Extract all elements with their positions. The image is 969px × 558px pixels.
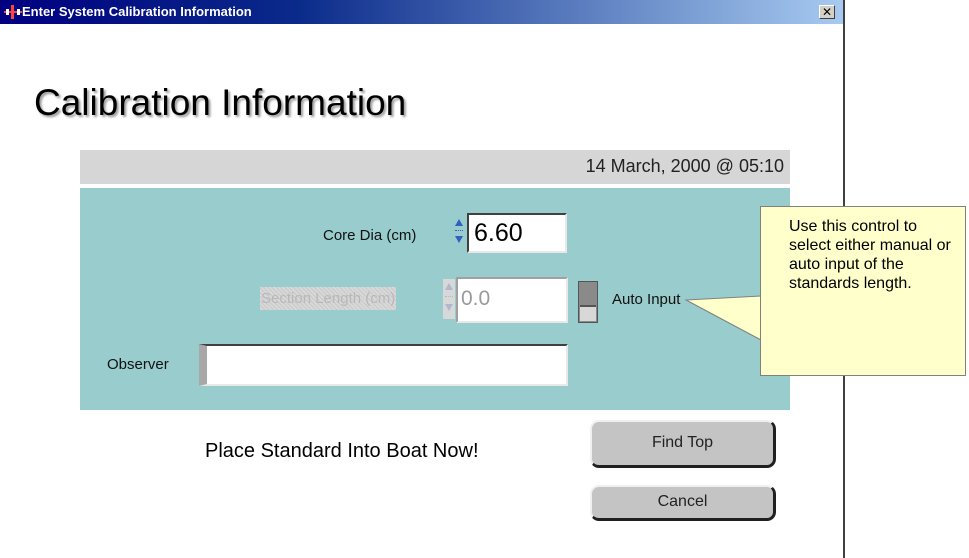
window-title: Enter System Calibration Information: [22, 4, 252, 19]
spin-down-icon: [445, 304, 453, 311]
app-icon: [4, 5, 22, 19]
section-length-label: Section Length (cm): [260, 287, 397, 310]
status-message: Place Standard Into Boat Now!: [205, 440, 479, 462]
core-dia-label: Core Dia (cm): [323, 227, 417, 244]
observer-input[interactable]: [199, 344, 568, 386]
section-length-input: 0.0: [456, 277, 568, 323]
spin-down-icon[interactable]: [455, 236, 463, 243]
date-bar: 14 March, 2000 @ 05:10: [80, 150, 790, 184]
observer-label: Observer: [107, 356, 169, 373]
title-bar[interactable]: Enter System Calibration Information ✕: [0, 0, 843, 24]
spin-up-icon: [445, 283, 453, 290]
toggle-switch-icon: [580, 305, 596, 321]
core-dia-input[interactable]: 6.60: [467, 213, 567, 253]
date-time: 14 March, 2000 @ 05:10: [585, 156, 784, 176]
auto-input-label: Auto Input: [612, 291, 681, 308]
page-title: Calibration Information: [34, 82, 407, 123]
spin-up-icon[interactable]: [455, 219, 463, 226]
auto-input-toggle[interactable]: [578, 281, 598, 323]
help-tooltip: Use this control to select either manual…: [760, 206, 966, 376]
calibration-window: Enter System Calibration Information ✕ C…: [0, 0, 845, 558]
section-length-spinner: [443, 279, 455, 319]
find-top-button[interactable]: Find Top: [590, 420, 776, 468]
close-icon[interactable]: ✕: [819, 5, 835, 19]
cancel-button[interactable]: Cancel: [590, 485, 776, 521]
core-dia-spinner[interactable]: [453, 216, 465, 248]
